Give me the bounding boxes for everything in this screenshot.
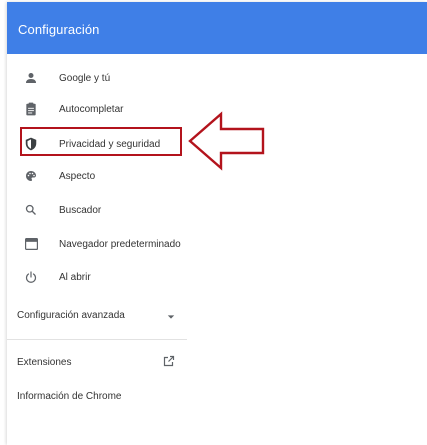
- advanced-settings-toggle[interactable]: Configuración avanzada: [17, 310, 177, 321]
- sidebar-item-label: Autocompletar: [59, 103, 124, 115]
- annotation-arrow-icon: [188, 111, 265, 171]
- sidebar-item-google-y-tu[interactable]: Google y tú: [7, 63, 187, 93]
- sidebar-item-label: Al abrir: [59, 271, 91, 283]
- sidebar-item-aspecto[interactable]: Aspecto: [7, 161, 187, 191]
- chevron-down-icon: [167, 312, 175, 323]
- clipboard-icon: [24, 102, 38, 116]
- sidebar-item-label: Navegador predeterminado: [59, 238, 181, 250]
- page-title: Configuración: [18, 22, 100, 37]
- settings-window: Configuración Google y tú Autocompletar …: [7, 2, 427, 445]
- sidebar-item-buscador[interactable]: Buscador: [7, 195, 187, 225]
- sidebar-item-informacion-de-chrome[interactable]: Información de Chrome: [17, 391, 122, 402]
- advanced-settings-label: Configuración avanzada: [17, 310, 125, 321]
- sidebar-item-al-abrir[interactable]: Al abrir: [7, 262, 187, 292]
- browser-icon: [24, 237, 38, 251]
- open-in-new-icon: [163, 355, 175, 370]
- settings-sidebar: Google y tú Autocompletar Privacidad y s…: [7, 54, 187, 445]
- search-icon: [24, 203, 38, 217]
- sidebar-item-navegador-predeterminado[interactable]: Navegador predeterminado: [7, 229, 187, 259]
- sidebar-item-label: Información de Chrome: [17, 391, 122, 402]
- sidebar-item-autocompletar[interactable]: Autocompletar: [7, 94, 187, 124]
- sidebar-item-label: Buscador: [59, 204, 102, 216]
- divider: [7, 339, 187, 340]
- settings-header: Configuración: [7, 2, 427, 54]
- palette-icon: [24, 169, 38, 183]
- annotation-highlight-box: [20, 127, 182, 156]
- sidebar-item-label: Google y tú: [59, 72, 111, 84]
- person-icon: [24, 71, 38, 85]
- sidebar-item-extensiones[interactable]: Extensiones: [17, 355, 177, 370]
- sidebar-item-label: Aspecto: [59, 170, 96, 182]
- power-icon: [24, 270, 38, 284]
- sidebar-item-label: Extensiones: [17, 357, 72, 368]
